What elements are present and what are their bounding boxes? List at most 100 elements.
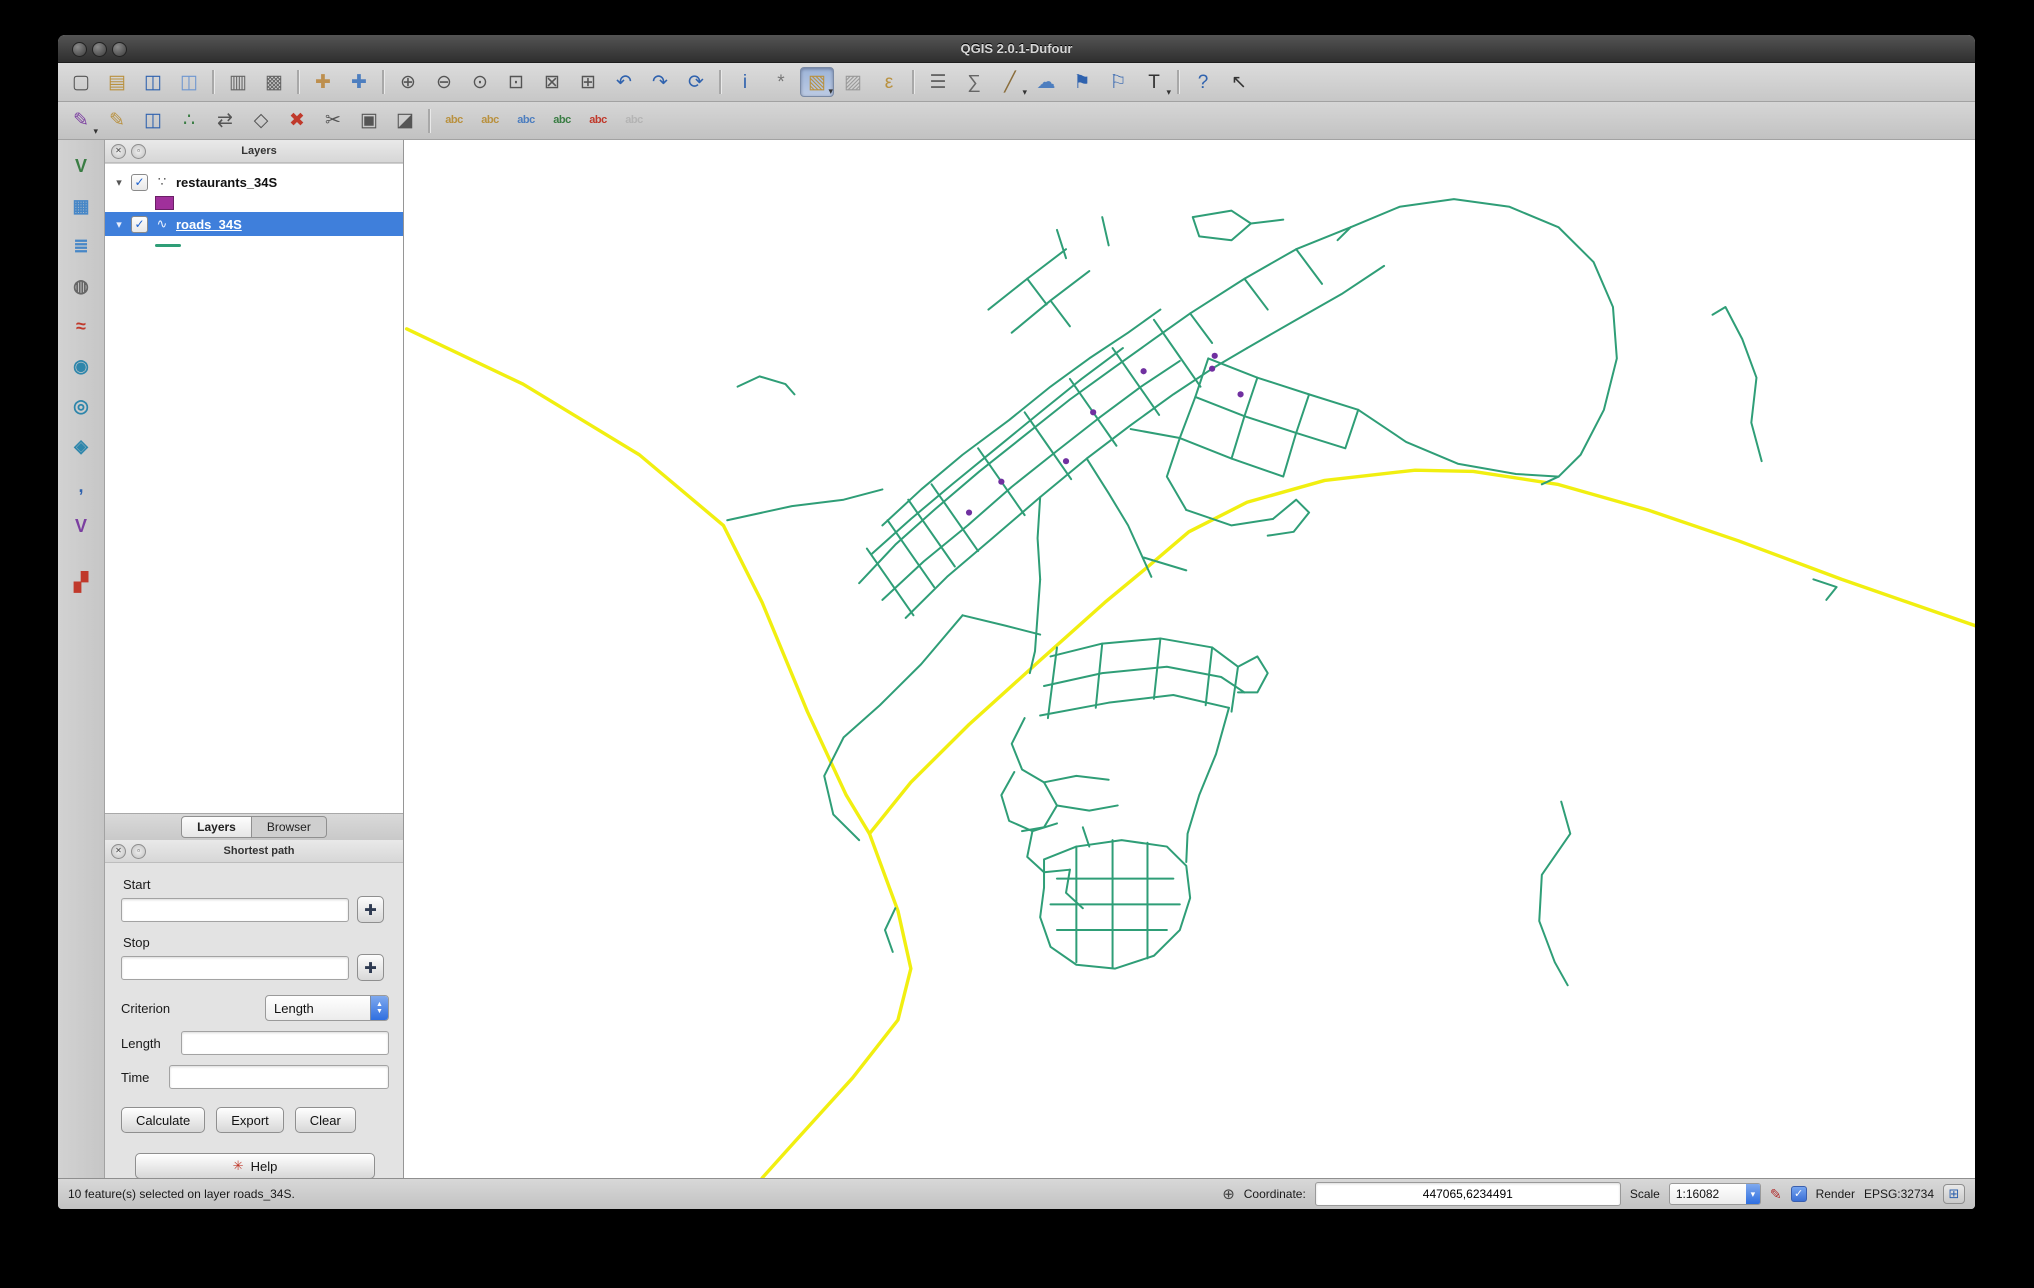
save-edits-icon: ◫ (144, 110, 162, 131)
label-move-button[interactable]: abc (473, 106, 507, 136)
zoom-full-button[interactable]: ⊡ (499, 67, 533, 97)
current-edits-button[interactable]: ✎ (64, 106, 98, 137)
field-calculator-button[interactable]: ∑ (957, 67, 991, 97)
show-bookmarks-button[interactable]: ⚐ (1101, 67, 1135, 97)
delete-selected-button[interactable]: ✖ (280, 106, 314, 136)
float-panel-button[interactable]: ▫ (131, 843, 146, 859)
add-wcs-layer-button[interactable]: ◎ (65, 390, 97, 422)
tab-browser[interactable]: Browser (251, 816, 327, 838)
open-attribute-table-button[interactable]: ☰ (921, 67, 955, 97)
labeling-button[interactable]: abc (437, 106, 471, 136)
restaurants-symbol-swatch[interactable] (155, 196, 174, 210)
export-button[interactable]: Export (216, 1107, 284, 1133)
status-message: 10 feature(s) selected on layer roads_34… (68, 1187, 295, 1201)
select-rectangle-button[interactable]: ▧ (800, 67, 834, 97)
add-oracle-layer-button[interactable]: ▞ (65, 566, 97, 598)
composer-manager-button[interactable]: ▩ (257, 67, 291, 97)
zoom-window-button[interactable] (112, 42, 127, 57)
run-feature-action-button[interactable]: * (764, 67, 798, 97)
node-tool-button[interactable]: ◇ (244, 106, 278, 136)
save-project-button[interactable]: ◫ (136, 67, 170, 97)
calculate-button[interactable]: Calculate (121, 1107, 206, 1133)
zoom-next-button[interactable]: ↷ (643, 67, 677, 97)
new-shapefile-icon: V (74, 516, 87, 536)
copy-features-button[interactable]: ▣ (352, 106, 386, 136)
zoom-in-button[interactable]: ⊕ (391, 67, 425, 97)
clear-button[interactable]: Clear (294, 1107, 356, 1133)
add-vector-layer-button[interactable]: V (65, 150, 97, 182)
close-panel-button[interactable]: ✕ (111, 143, 126, 159)
time-input[interactable] (169, 1065, 389, 1089)
crs-status-button[interactable]: ⊞ (1943, 1184, 1965, 1204)
new-bookmark-button[interactable]: ⚑ (1065, 67, 1099, 97)
save-layer-edits-button[interactable]: ◫ (136, 106, 170, 136)
start-input[interactable] (121, 897, 349, 922)
pan-map-button[interactable]: ✚ (306, 67, 340, 97)
label-pin-button[interactable]: abc (545, 106, 579, 136)
cut-features-button[interactable]: ✂ (316, 106, 350, 136)
label-rotate-button[interactable]: abc (509, 106, 543, 136)
open-project-button[interactable]: ▤ (100, 67, 134, 97)
save-project-as-button[interactable]: ◫ (172, 67, 206, 97)
map-tips-button[interactable]: ☁ (1029, 67, 1063, 97)
layer-visibility-checkbox[interactable]: ✓ (131, 215, 148, 233)
criterion-dropdown[interactable]: Length ▲ ▼ (265, 995, 389, 1021)
toggle-editing-button[interactable]: ✎ (100, 106, 134, 136)
new-print-composer-button[interactable]: ▥ (221, 67, 255, 97)
coordinate-capture-icon[interactable]: ⊕ (1222, 1187, 1235, 1202)
length-input[interactable] (181, 1031, 389, 1055)
move-feature-button[interactable]: ⇄ (208, 106, 242, 136)
add-postgis-layer-button[interactable]: ≣ (65, 230, 97, 262)
zoom-to-layer-button[interactable]: ⊞ (571, 67, 605, 97)
map-canvas[interactable] (404, 140, 1975, 1178)
add-wfs-layer-button[interactable]: ◈ (65, 430, 97, 462)
title-bar[interactable]: QGIS 2.0.1-Dufour (58, 35, 1975, 63)
add-raster-layer-button[interactable]: ▦ (65, 190, 97, 222)
tab-layers[interactable]: Layers (181, 816, 252, 838)
text-annotation-button[interactable]: T (1137, 67, 1171, 99)
main-toolbar: ▢ ▤ ◫ ◫ ▥ ▩ ✚ ✚ ⊕ ⊖ ⊙ ⊡ ⊠ ⊞ ↶ ↷ ⟳ i * ▧ ▨ ε ☰ ∑ ╱ ☁ ⚑ ⚐ T? ↖ (58, 63, 1975, 102)
minimize-window-button[interactable] (92, 42, 107, 57)
add-mssql-layer-button[interactable]: ≈ (65, 310, 97, 342)
layer-visibility-checkbox[interactable]: ✓ (131, 173, 148, 191)
add-spatialite-layer-button[interactable]: ◍ (65, 270, 97, 302)
add-delimited-text-layer-button[interactable]: , (65, 470, 97, 502)
select-by-expression-button[interactable]: ε (872, 67, 906, 97)
help-button[interactable]: ✳ Help (135, 1153, 375, 1179)
pan-to-selection-button[interactable]: ✚ (342, 67, 376, 97)
measure-button[interactable]: ╱ (993, 67, 1027, 99)
scale-combo[interactable]: 1:16082 ▾ (1668, 1183, 1761, 1205)
layer-row-restaurants[interactable]: ▾ ✓ ∵ restaurants_34S (105, 170, 403, 194)
render-checkbox[interactable]: ✓ (1790, 1186, 1807, 1202)
add-wms-layer-button[interactable]: ◉ (65, 350, 97, 382)
label-properties-button[interactable]: abc (617, 106, 651, 136)
zoom-to-selection-button[interactable]: ⊠ (535, 67, 569, 97)
deselect-all-button[interactable]: ▨ (836, 67, 870, 97)
whats-this-button[interactable]: ↖ (1222, 67, 1256, 97)
help-button[interactable]: ? (1186, 67, 1220, 97)
start-capture-button[interactable]: ✚ (357, 896, 384, 923)
stop-input[interactable] (121, 955, 349, 980)
zoom-actual-button[interactable]: ⊙ (463, 67, 497, 97)
close-window-button[interactable] (72, 42, 87, 57)
layer-row-roads[interactable]: ▾ ✓ ∿ roads_34S (105, 212, 403, 236)
close-panel-button[interactable]: ✕ (111, 843, 126, 859)
label-properties-icon: abc (625, 114, 643, 126)
map-refresh-button[interactable]: ⟳ (679, 67, 713, 97)
new-project-button[interactable]: ▢ (64, 67, 98, 97)
magnifier-pen-icon[interactable]: ✎ (1770, 1186, 1782, 1203)
new-shapefile-layer-button[interactable]: V (65, 510, 97, 542)
float-panel-button[interactable]: ▫ (131, 143, 146, 159)
zoom-out-button[interactable]: ⊖ (427, 67, 461, 97)
zoom-last-button[interactable]: ↶ (607, 67, 641, 97)
coordinate-input[interactable] (1314, 1182, 1621, 1206)
add-feature-button[interactable]: ∴ (172, 106, 206, 136)
disclosure-triangle-icon[interactable]: ▾ (113, 218, 125, 231)
identify-button[interactable]: i (728, 67, 762, 97)
disclosure-triangle-icon[interactable]: ▾ (113, 176, 125, 189)
paste-features-button[interactable]: ◪ (388, 106, 422, 136)
label-show-hide-button[interactable]: abc (581, 106, 615, 136)
stop-capture-button[interactable]: ✚ (357, 954, 384, 981)
roads-symbol-swatch[interactable] (155, 243, 181, 247)
node-tool-icon: ◇ (253, 110, 269, 131)
